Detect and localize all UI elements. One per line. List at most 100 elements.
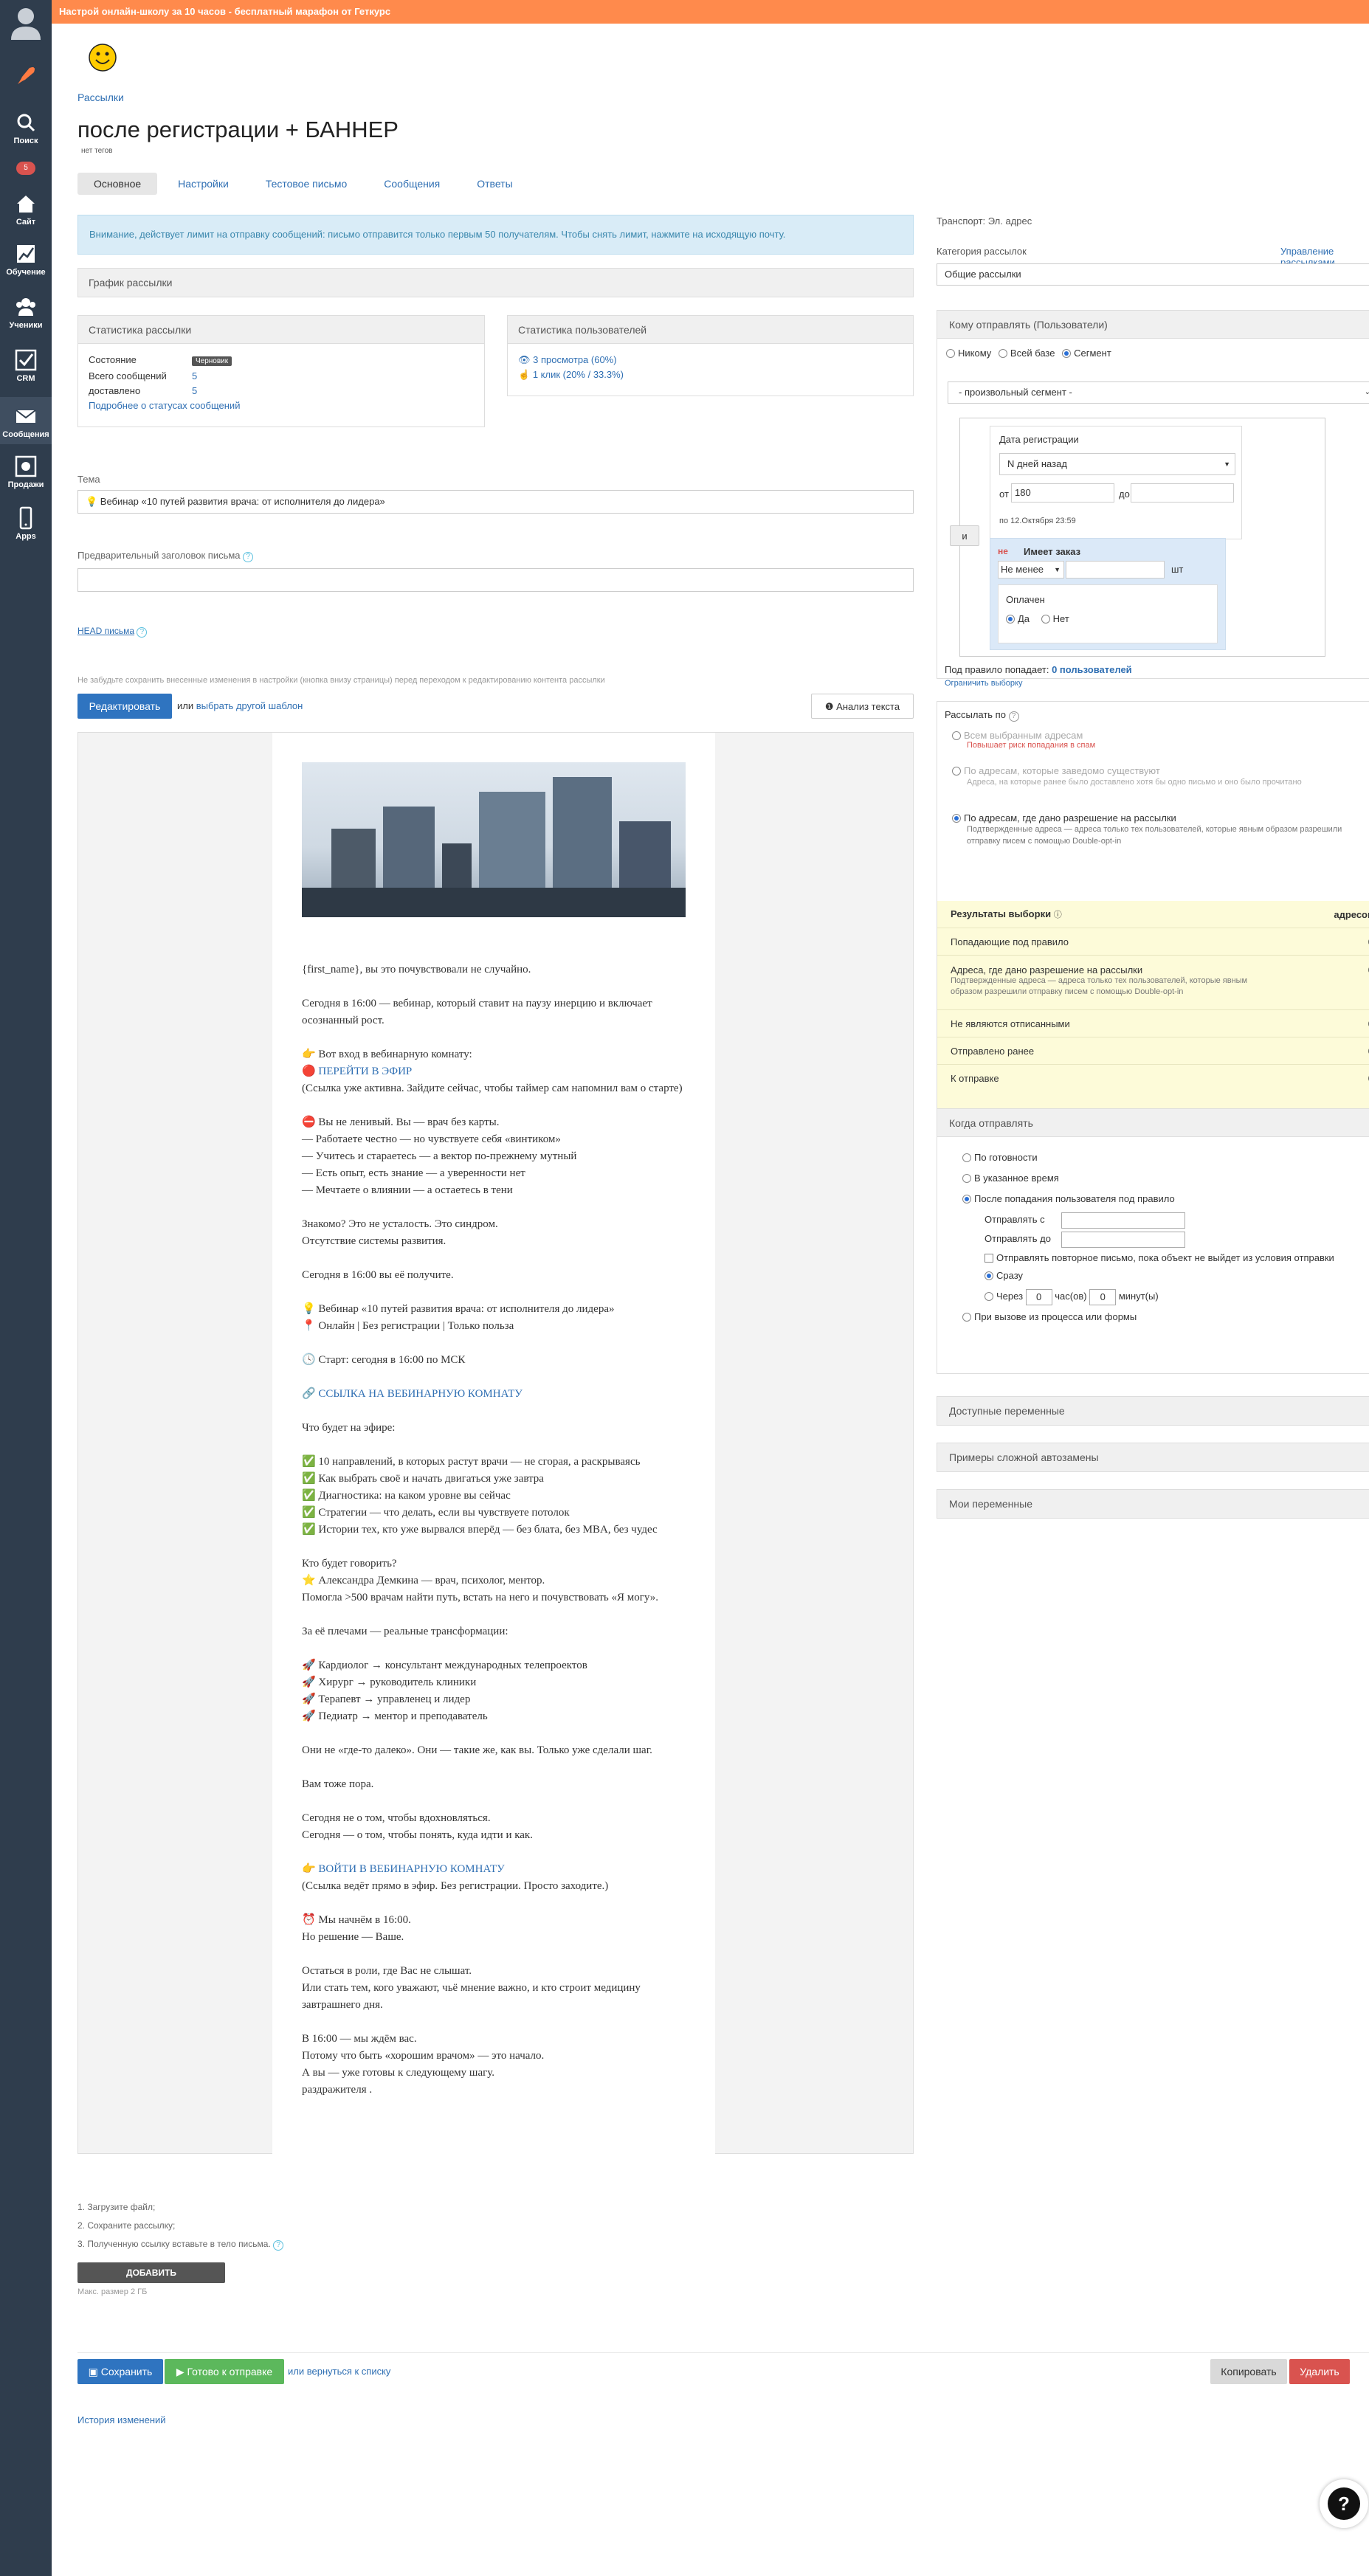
- resend-checkbox[interactable]: Отправлять повторное письмо, пока объект…: [962, 1248, 1369, 1265]
- send-option-3[interactable]: По адресам, где дано разрешение на рассы…: [952, 812, 1365, 847]
- schedule-panel-title[interactable]: График рассылки: [78, 269, 913, 297]
- my-variables-section[interactable]: Мои переменные›: [937, 1489, 1369, 1519]
- help-icon[interactable]: ?: [273, 2240, 284, 2251]
- subject-input[interactable]: 💡 Вебинар «10 путей развития врача: от и…: [77, 490, 914, 514]
- available-variables-section[interactable]: Доступные переменные›: [937, 1396, 1369, 1426]
- rocket-icon[interactable]: [13, 63, 38, 89]
- total-value[interactable]: 5: [192, 370, 197, 381]
- hours-input[interactable]: 0: [1025, 1288, 1052, 1305]
- ready-button[interactable]: ▶ Готово к отправке: [165, 2359, 284, 2384]
- history-link[interactable]: История изменений: [77, 2414, 166, 2425]
- tab-replies[interactable]: Ответы: [461, 173, 528, 195]
- delivered-value[interactable]: 5: [192, 385, 197, 396]
- radio-label: Нет: [1052, 613, 1069, 624]
- sidebar: Поиск 5 Сайт Обучение Ученики CRM Сообще…: [0, 0, 52, 2576]
- sidebar-item-learning[interactable]: Обучение: [0, 242, 52, 277]
- head-link[interactable]: HEAD письма ?: [77, 626, 148, 638]
- help-button[interactable]: ?: [1320, 2479, 1368, 2528]
- letter-line: 🕓 Старт: сегодня в 16:00 по МСК: [302, 1354, 466, 1366]
- send-option-note: Подтвержденные адреса — адреса только те…: [967, 825, 1342, 846]
- limit-selection-link[interactable]: Ограничить выборку: [945, 679, 1022, 688]
- reg-date-select[interactable]: N дней назад ▼: [999, 453, 1235, 475]
- sidebar-item-sales[interactable]: Продажи: [0, 455, 52, 489]
- search-icon: [17, 114, 35, 132]
- clicks-link[interactable]: 1 клик (20% / 33.3%): [533, 369, 624, 380]
- letter-paragraph: 🚀 Кардиолог → консультант международных …: [302, 1657, 686, 1725]
- page-title: после регистрации + БАННЕР: [77, 117, 399, 142]
- radio-nobody[interactable]: Никому: [946, 348, 991, 359]
- letter-link[interactable]: 🔗 ССЫЛКА НА ВЕБИНАРНУЮ КОМНАТУ: [302, 1386, 686, 1403]
- results-unit: адресов: [1334, 908, 1369, 920]
- not-label[interactable]: не: [998, 546, 1008, 556]
- radio-immediately[interactable]: Сразу: [962, 1265, 1369, 1286]
- sidebar-item-crm[interactable]: CRM: [0, 348, 52, 383]
- letter-editor[interactable]: {first_name}, вы это почувствовали не сл…: [77, 732, 914, 2155]
- status-details-link[interactable]: Подробнее о статусах сообщений: [89, 400, 240, 411]
- letter-line: 🚀 Педиатр → ментор и преподаватель: [302, 1710, 488, 1722]
- rule-count-link[interactable]: 0 пользователей: [1052, 664, 1132, 675]
- autoreplace-examples-section[interactable]: Примеры сложной автозамены›: [937, 1443, 1369, 1472]
- help-icon[interactable]: ?: [1008, 711, 1019, 722]
- radio-paid-yes[interactable]: Да: [1006, 613, 1030, 624]
- help-icon[interactable]: ?: [243, 552, 254, 562]
- views-link[interactable]: 3 просмотра (60%): [533, 354, 616, 365]
- breadcrumb[interactable]: Рассылки: [77, 91, 124, 103]
- radio-segment[interactable]: Сегмент: [1062, 348, 1111, 359]
- radio-paid-no[interactable]: Нет: [1041, 613, 1069, 624]
- notification-badge[interactable]: 5: [16, 162, 35, 175]
- radio-all[interactable]: Всей базе: [998, 348, 1055, 359]
- letter-link[interactable]: 👉 ВОЙТИ В ВЕБИНАРНУЮ КОМНАТУ: [302, 1861, 686, 1878]
- letter-line: Сегодня не о том, чтобы вдохновляться.: [302, 1812, 491, 1824]
- avatar[interactable]: [9, 4, 43, 41]
- order-count-input[interactable]: [1066, 561, 1165, 579]
- send-option-2[interactable]: По адресам, которые заведомо существуют А…: [952, 765, 1365, 788]
- radio-when-ready[interactable]: По готовности: [962, 1147, 1369, 1168]
- to-input[interactable]: [1131, 483, 1234, 503]
- from-input[interactable]: 180: [1011, 483, 1114, 503]
- analyze-text-button[interactable]: ❶ Анализ текста: [811, 694, 914, 719]
- send-option-1[interactable]: Всем выбранным адресам Повышает риск попа…: [952, 730, 1095, 750]
- radio-when-time[interactable]: В указанное время: [962, 1168, 1369, 1189]
- delete-button[interactable]: Удалить: [1289, 2359, 1350, 2384]
- results-row-label: Не являются отписанными: [951, 1018, 1070, 1029]
- promo-bar[interactable]: Настрой онлайн-школу за 10 часов - беспл…: [52, 0, 1369, 24]
- sidebar-item-apps[interactable]: Apps: [0, 506, 52, 541]
- main-content: Рассылки после регистрации + БАННЕР нет …: [52, 24, 1369, 2576]
- send-from-input[interactable]: [1061, 1212, 1185, 1229]
- pointer-icon: ☝: [518, 369, 531, 380]
- radio-after[interactable]: Через 0 час(ов) 0 минут(ы): [962, 1286, 1369, 1307]
- hours-label: час(ов): [1055, 1291, 1087, 1302]
- sidebar-item-label: Ученики: [9, 321, 43, 330]
- sidebar-item-search[interactable]: Поиск: [0, 111, 52, 145]
- and-button[interactable]: и: [950, 525, 979, 546]
- not-less-select[interactable]: Не менее ▼: [998, 561, 1064, 579]
- tab-messages[interactable]: Сообщения: [368, 173, 456, 195]
- save-button[interactable]: ▣ Сохранить: [77, 2359, 163, 2384]
- tab-main[interactable]: Основное: [77, 173, 158, 195]
- sidebar-item-students[interactable]: Ученики: [0, 295, 52, 330]
- help-icon[interactable]: ?: [137, 627, 148, 638]
- radio-when-process[interactable]: При вызове из процесса или формы: [962, 1307, 1369, 1327]
- category-select[interactable]: Общие рассылки▼: [937, 263, 1369, 286]
- add-file-button[interactable]: ДОБАВИТЬ: [77, 2262, 225, 2283]
- minutes-input[interactable]: 0: [1089, 1288, 1117, 1305]
- preheader-input[interactable]: [77, 568, 914, 592]
- send-to-input[interactable]: [1061, 1231, 1185, 1248]
- tab-settings[interactable]: Настройки: [162, 173, 245, 195]
- schedule-panel[interactable]: График рассылки: [77, 268, 914, 297]
- until-note: по 12.Октября 23:59: [999, 517, 1076, 525]
- results-row: Попадающие под правило0: [937, 928, 1369, 956]
- copy-button[interactable]: Копировать: [1210, 2359, 1287, 2384]
- edit-button[interactable]: Редактировать: [77, 694, 172, 719]
- letter-link[interactable]: 🔴 ПЕРЕЙТИ В ЭФИР: [302, 1063, 686, 1080]
- choose-template-link[interactable]: выбрать другой шаблон: [196, 700, 303, 711]
- segment-select[interactable]: - произвольный сегмент - ⌄: [948, 381, 1369, 404]
- back-to-list-link[interactable]: или вернуться к списку: [288, 2366, 390, 2377]
- sidebar-item-messages[interactable]: Сообщения: [0, 404, 52, 439]
- radio-when-rule[interactable]: После попадания пользователя под правило: [962, 1189, 1369, 1209]
- letter-paragraph: 🕓 Старт: сегодня в 16:00 по МСК: [302, 1352, 686, 1369]
- help-icon[interactable]: ⓘ: [1054, 911, 1062, 919]
- tab-test-letter[interactable]: Тестовое письмо: [249, 173, 363, 195]
- head-link-text[interactable]: HEAD письма: [77, 626, 134, 636]
- sidebar-item-site[interactable]: Сайт: [0, 192, 52, 227]
